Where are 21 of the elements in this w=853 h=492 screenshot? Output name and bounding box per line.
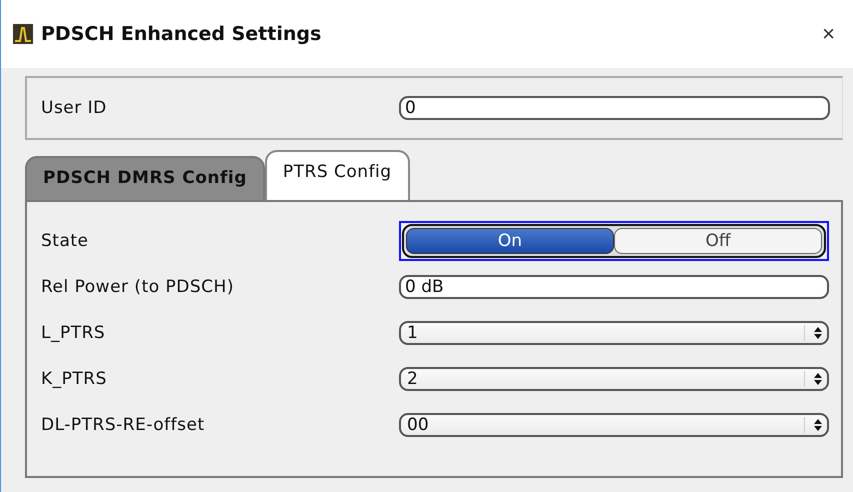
spinner-icon bbox=[804, 417, 825, 433]
spinner-icon bbox=[804, 325, 825, 341]
field-label: DL-PTRS-RE-offset bbox=[41, 415, 206, 435]
close-button[interactable]: × bbox=[818, 21, 839, 47]
tab[interactable]: PDSCH DMRS Config bbox=[25, 156, 265, 200]
dropdown[interactable]: 2 bbox=[399, 367, 829, 391]
app-icon bbox=[13, 24, 33, 44]
toggle-option[interactable]: On bbox=[406, 228, 614, 254]
field-label: K_PTRS bbox=[41, 369, 108, 389]
field-label: User ID bbox=[41, 98, 108, 118]
tab[interactable]: PTRS Config bbox=[264, 150, 410, 200]
spinner-icon bbox=[804, 371, 825, 387]
window-title: PDSCH Enhanced Settings bbox=[41, 23, 322, 45]
user-id-field[interactable]: 0 bbox=[399, 96, 830, 120]
field-label: State bbox=[41, 231, 90, 251]
dropdown[interactable]: 00 bbox=[399, 413, 829, 437]
dropdown[interactable]: 1 bbox=[399, 321, 829, 345]
input-field[interactable]: 0 dB bbox=[399, 275, 829, 299]
field-label: L_PTRS bbox=[41, 323, 106, 343]
field-label: Rel Power (to PDSCH) bbox=[41, 277, 235, 297]
toggle-option[interactable]: Off bbox=[614, 228, 822, 254]
